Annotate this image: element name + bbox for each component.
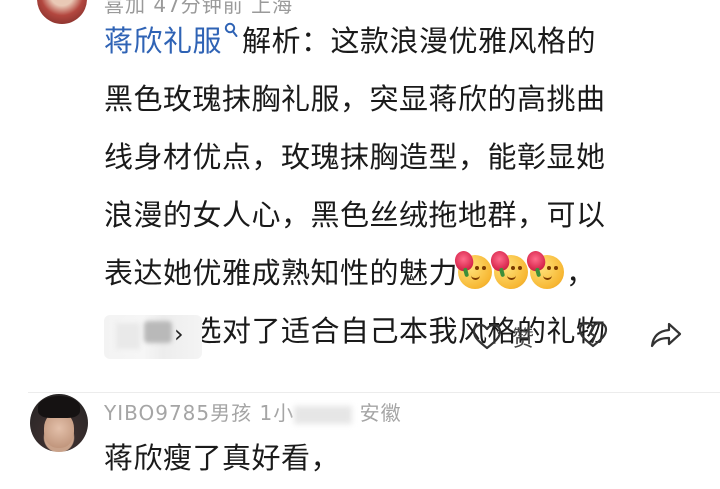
comment-line-2: 黑色玫瑰抹胸礼服，突显蒋欣的高挑曲 [104, 82, 606, 116]
top-comment-meta: 喜加 47分钟前 上海 [104, 0, 294, 17]
search-icon [224, 22, 238, 37]
comment-punctuation: ， [566, 256, 596, 290]
reply-location: 安徽 [359, 401, 402, 425]
comment-text: 表达她优雅成熟知性的魅力 [104, 256, 459, 290]
top-comment-avatar[interactable] [37, 0, 87, 24]
comment-line-1: 蒋欣礼服 解析：这款浪漫优雅风格的 [104, 22, 684, 60]
comment-actions: 赞 [0, 321, 720, 355]
reply-author[interactable]: YIBO9785男孩 [104, 401, 252, 425]
broken-heart-icon [578, 321, 608, 348]
rose-smile-emoji-icon [452, 249, 493, 289]
comment-body: 蒋欣礼服 解析：这款浪漫优雅风格的 黑色玫瑰抹胸礼服，突显蒋欣的高挑曲 线身材优点… [104, 22, 684, 350]
dislike-button[interactable] [578, 321, 608, 349]
topic-link[interactable]: 蒋欣礼服 [104, 22, 242, 58]
rose-smile-emoji-icon [524, 249, 565, 289]
comment-line-4: 浪漫的女人心，黑色丝绒拖地群，可以 [104, 198, 606, 232]
share-icon [650, 322, 682, 348]
heart-icon [472, 323, 502, 350]
like-label: 赞 [512, 327, 535, 352]
divider [28, 392, 720, 393]
blurred-text [294, 405, 353, 424]
topic-label: 蒋欣礼服 [104, 24, 223, 58]
reply-text: 蒋欣瘦了真好看， [104, 441, 341, 475]
share-button[interactable] [650, 321, 682, 349]
reply-time: 1小 [259, 401, 295, 425]
rose-smile-emoji-icon [488, 249, 529, 289]
avatar[interactable] [30, 394, 88, 452]
comment-text: 解析：这款浪漫优雅风格的 [242, 24, 597, 58]
comment-line-3: 线身材优点，玫瑰抹胸造型，能彰显她 [104, 140, 606, 174]
reply-meta: YIBO9785男孩 1小 安徽 [104, 397, 402, 426]
comment-line-5: 表达她优雅成熟知性的魅力 ， [104, 249, 684, 292]
like-button[interactable]: 赞 [472, 321, 534, 353]
